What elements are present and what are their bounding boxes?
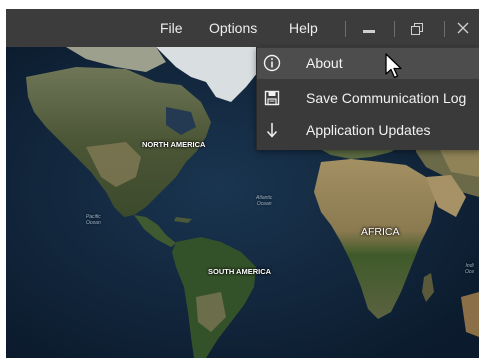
close-button[interactable] (450, 9, 479, 47)
minimize-icon (363, 30, 375, 33)
menu-item-application-updates[interactable]: Application Updates (257, 115, 479, 146)
indian-ocean-label-line2: Oce (465, 269, 475, 275)
pacific-ocean-label: Pacific Ocean (86, 214, 101, 226)
mouse-pointer-icon (385, 53, 402, 79)
titlebar-separator (345, 21, 346, 37)
titlebar-separator (394, 21, 395, 37)
menu-item-application-updates-label: Application Updates (306, 122, 431, 138)
atlantic-ocean-label: Atlantic Ocean (256, 195, 272, 207)
menu-options[interactable]: Options (209, 9, 257, 47)
menu-file[interactable]: File (160, 9, 183, 47)
restore-icon (411, 23, 423, 35)
menu-item-about[interactable]: About (257, 48, 479, 79)
save-icon (264, 90, 280, 106)
pacific-ocean-label-line2: Ocean (86, 220, 101, 226)
menu-item-save-communication-log-label: Save Communication Log (306, 90, 467, 106)
menu-bar: File Options Help (6, 9, 479, 47)
menu-item-about-label: About (306, 55, 343, 71)
menu-help[interactable]: Help (289, 9, 318, 47)
titlebar-separator (444, 21, 445, 37)
south-america-label: SOUTH AMERICA (208, 267, 272, 276)
africa-label: AFRICA (361, 226, 400, 238)
menu-item-save-communication-log[interactable]: Save Communication Log (257, 83, 479, 114)
app-window: File Options Help NORTH AMERICA SOUTH AM… (0, 0, 479, 358)
north-america-label: NORTH AMERICA (142, 140, 206, 149)
restore-button[interactable] (400, 9, 434, 47)
close-icon (457, 22, 469, 34)
info-icon (263, 54, 281, 72)
indian-ocean-label: Indi Oce (465, 263, 474, 275)
help-dropdown-menu: About Save Communication Log Application… (256, 47, 479, 150)
download-arrow-icon (266, 123, 278, 138)
atlantic-ocean-label-line2: Ocean (256, 201, 272, 207)
minimize-button[interactable] (352, 9, 386, 47)
